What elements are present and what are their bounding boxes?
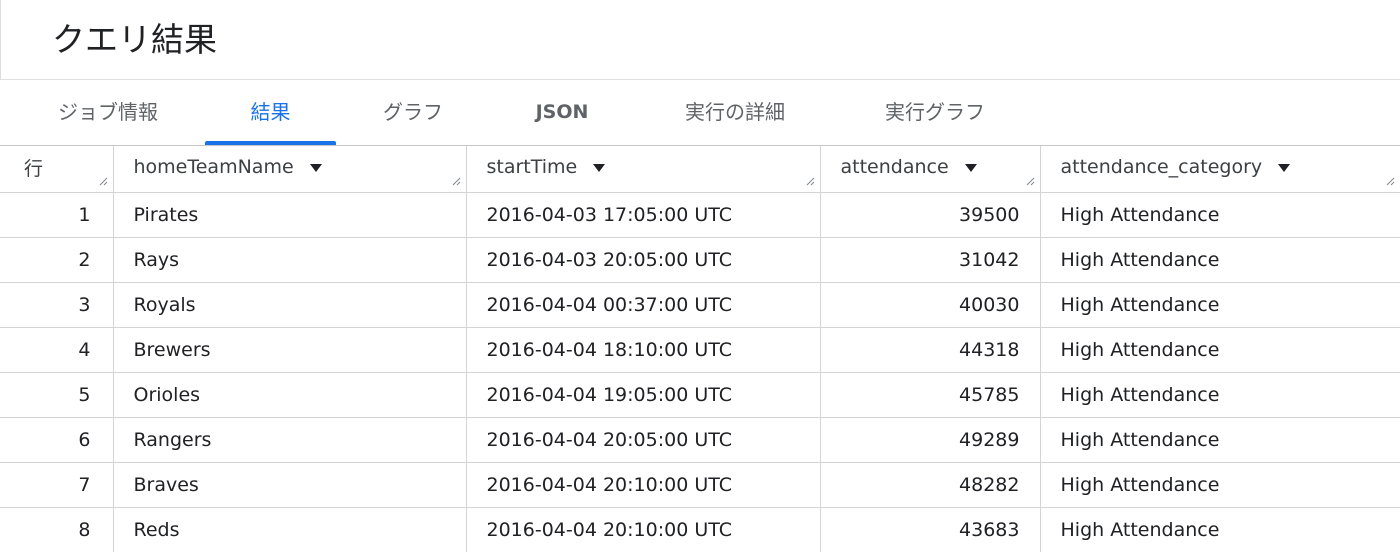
column-header-label: 行 [24, 157, 44, 180]
caret-down-icon[interactable] [1278, 164, 1291, 172]
attendance-cell: 49289 [820, 417, 1041, 463]
column-resize-icon[interactable] [805, 176, 815, 186]
starttime-cell: 2016-04-03 17:05:00 UTC [466, 192, 821, 238]
starttime-cell: 2016-04-04 00:37:00 UTC [466, 282, 821, 328]
tab-job-info[interactable]: ジョブ情報 [34, 81, 182, 145]
column-header-starttime[interactable]: startTime [466, 146, 821, 193]
column-resize-icon[interactable] [1025, 176, 1035, 186]
hometeamname-cell: Rangers [113, 417, 467, 463]
column-header-label: startTime [486, 156, 578, 178]
row-number-cell: 2 [0, 237, 114, 283]
attendance-category-cell: High Attendance [1040, 237, 1400, 283]
hometeamname-cell: Braves [113, 462, 467, 508]
hometeamname-cell: Royals [113, 282, 467, 328]
attendance-cell: 43683 [820, 507, 1041, 552]
attendance-cell: 31042 [820, 237, 1041, 283]
hometeamname-cell: Orioles [113, 372, 467, 418]
attendance-cell: 45785 [820, 372, 1041, 418]
column-header-label: attendance [840, 156, 949, 178]
hometeamname-cell: Pirates [113, 192, 467, 238]
hometeamname-cell: Rays [113, 237, 467, 283]
starttime-cell: 2016-04-04 20:10:00 UTC [466, 462, 821, 508]
row-number-cell: 7 [0, 462, 114, 508]
hometeamname-cell: Brewers [113, 327, 467, 373]
table-row: 8 Reds 2016-04-04 20:10:00 UTC 43683 Hig… [0, 507, 1400, 552]
column-resize-icon[interactable] [451, 176, 461, 186]
results-table: 行 homeTeamName startTime attendance atte… [0, 146, 1400, 552]
table-header-row: 行 homeTeamName startTime attendance atte… [0, 146, 1400, 193]
column-resize-icon[interactable] [1385, 176, 1395, 186]
attendance-cell: 40030 [820, 282, 1041, 328]
table-row: 7 Braves 2016-04-04 20:10:00 UTC 48282 H… [0, 462, 1400, 508]
query-results-panel: クエリ結果 ジョブ情報 結果 グラフ JSON 実行の詳細 実行グラフ 行 ho… [0, 0, 1400, 552]
attendance-category-cell: High Attendance [1040, 507, 1400, 552]
caret-down-icon[interactable] [964, 164, 977, 172]
column-header-label: attendance_category [1060, 156, 1263, 178]
row-number-cell: 1 [0, 192, 114, 238]
row-number-cell: 4 [0, 327, 114, 373]
table-row: 3 Royals 2016-04-04 00:37:00 UTC 40030 H… [0, 282, 1400, 328]
caret-down-icon[interactable] [593, 164, 606, 172]
column-header-attendance-category[interactable]: attendance_category [1040, 146, 1400, 193]
tab-chart[interactable]: グラフ [360, 81, 466, 145]
table-row: 4 Brewers 2016-04-04 18:10:00 UTC 44318 … [0, 327, 1400, 373]
starttime-cell: 2016-04-04 19:05:00 UTC [466, 372, 821, 418]
tab-execution-details[interactable]: 実行の詳細 [656, 81, 814, 145]
title-bar: クエリ結果 [0, 0, 1400, 80]
starttime-cell: 2016-04-04 20:05:00 UTC [466, 417, 821, 463]
attendance-category-cell: High Attendance [1040, 282, 1400, 328]
starttime-cell: 2016-04-03 20:05:00 UTC [466, 237, 821, 283]
row-number-cell: 5 [0, 372, 114, 418]
tab-execution-graph[interactable]: 実行グラフ [856, 81, 1014, 145]
column-header-label: homeTeamName [133, 156, 294, 178]
table-row: 5 Orioles 2016-04-04 19:05:00 UTC 45785 … [0, 372, 1400, 418]
attendance-category-cell: High Attendance [1040, 462, 1400, 508]
column-header-attendance[interactable]: attendance [820, 146, 1041, 193]
attendance-category-cell: High Attendance [1040, 372, 1400, 418]
table-row: 6 Rangers 2016-04-04 20:05:00 UTC 49289 … [0, 417, 1400, 463]
row-number-cell: 8 [0, 507, 114, 552]
caret-down-icon[interactable] [309, 164, 322, 172]
column-resize-icon[interactable] [98, 176, 108, 186]
hometeamname-cell: Reds [113, 507, 467, 552]
tab-results[interactable]: 結果 [205, 81, 336, 145]
attendance-cell: 44318 [820, 327, 1041, 373]
starttime-cell: 2016-04-04 20:10:00 UTC [466, 507, 821, 552]
results-grid: 行 homeTeamName startTime attendance atte… [0, 145, 1400, 552]
table-row: 2 Rays 2016-04-03 20:05:00 UTC 31042 Hig… [0, 237, 1400, 283]
column-header-hometeamname[interactable]: homeTeamName [113, 146, 467, 193]
attendance-cell: 48282 [820, 462, 1041, 508]
row-number-cell: 6 [0, 417, 114, 463]
row-number-cell: 3 [0, 282, 114, 328]
attendance-cell: 39500 [820, 192, 1041, 238]
attendance-category-cell: High Attendance [1040, 192, 1400, 238]
starttime-cell: 2016-04-04 18:10:00 UTC [466, 327, 821, 373]
result-tabs: ジョブ情報 結果 グラフ JSON 実行の詳細 実行グラフ [0, 81, 1400, 145]
attendance-category-cell: High Attendance [1040, 327, 1400, 373]
column-header-row-number: 行 [0, 146, 114, 193]
tab-json[interactable]: JSON [512, 81, 612, 145]
table-row: 1 Pirates 2016-04-03 17:05:00 UTC 39500 … [0, 192, 1400, 238]
page-title: クエリ結果 [52, 20, 217, 59]
panel-left-border [0, 0, 1, 80]
attendance-category-cell: High Attendance [1040, 417, 1400, 463]
